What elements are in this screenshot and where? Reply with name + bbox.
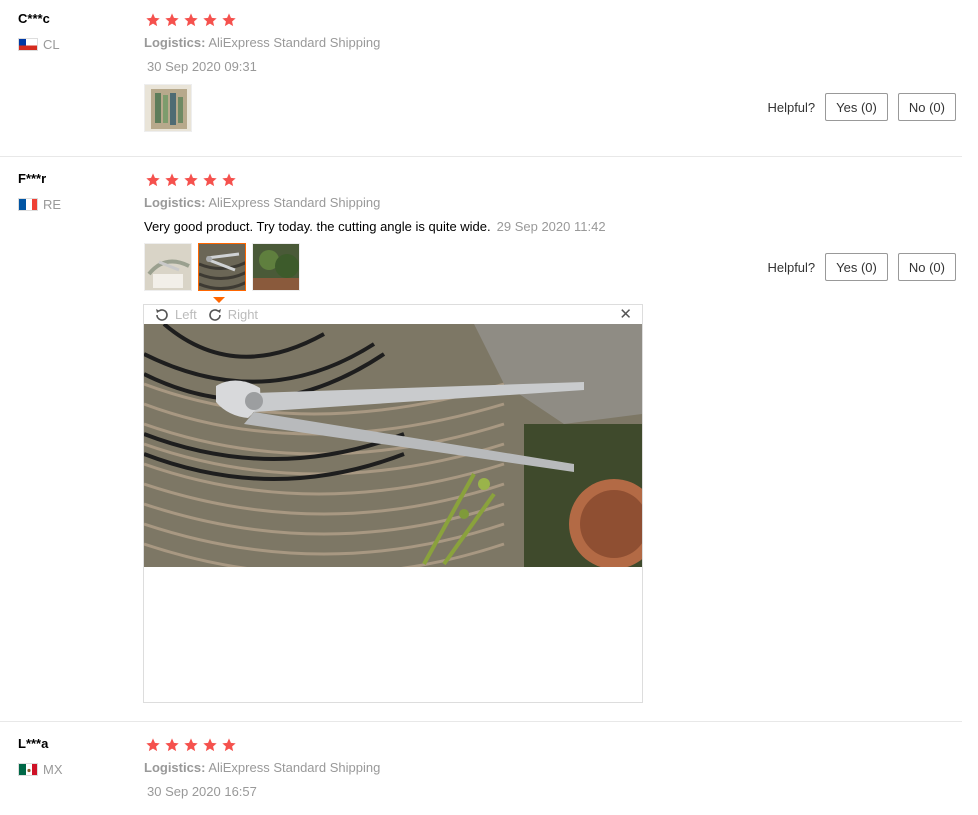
review-divider xyxy=(0,721,962,722)
star-rating xyxy=(144,12,962,28)
viewer-toolbar: Left Right ✕ xyxy=(144,305,642,324)
reviewer-country: RE xyxy=(18,197,61,212)
reviewer-country: CL xyxy=(18,37,60,52)
star-icon xyxy=(184,738,198,752)
rotate-left-icon xyxy=(156,308,168,321)
helpful-label: Helpful? xyxy=(767,99,816,115)
country-code: MX xyxy=(43,762,63,777)
helpful-voting: Helpful? Yes (0) No (0) xyxy=(767,253,956,281)
review-photo-thumb[interactable] xyxy=(252,243,300,291)
reviewer-name: C***c xyxy=(18,11,50,26)
star-icon xyxy=(165,738,179,752)
reviewer-info: F***r RE xyxy=(18,171,61,212)
reviewer-info: C***c CL xyxy=(18,11,60,52)
star-rating xyxy=(144,172,962,188)
helpful-yes-button[interactable]: Yes (0) xyxy=(825,253,888,281)
reviewer-country: MX xyxy=(18,762,63,777)
country-code: CL xyxy=(43,37,60,52)
logistics-label: Logistics: xyxy=(144,195,206,210)
close-icon[interactable]: ✕ xyxy=(619,305,632,323)
logistics-value: AliExpress Standard Shipping xyxy=(208,195,381,210)
star-icon xyxy=(146,173,160,187)
logistics-value: AliExpress Standard Shipping xyxy=(208,760,381,775)
review-text-row: Very good product. Try today. the cuttin… xyxy=(144,218,962,236)
rotate-left-label: Left xyxy=(175,307,197,322)
star-icon xyxy=(184,173,198,187)
country-code: RE xyxy=(43,197,62,212)
flag-re-icon xyxy=(18,198,38,211)
star-icon xyxy=(165,13,179,27)
review-photo-thumb-selected[interactable] xyxy=(198,243,246,291)
logistics-label: Logistics: xyxy=(144,35,206,50)
helpful-yes-button[interactable]: Yes (0) xyxy=(825,93,888,121)
review-text: Very good product. Try today. the cuttin… xyxy=(144,219,491,234)
star-icon xyxy=(222,13,236,27)
review-photo-thumb[interactable] xyxy=(144,84,192,132)
logistics-info: Logistics: AliExpress Standard Shipping xyxy=(144,759,962,777)
helpful-voting: Helpful? Yes (0) No (0) xyxy=(767,93,956,121)
logistics-info: Logistics: AliExpress Standard Shipping xyxy=(144,194,962,212)
review-photo-thumb[interactable] xyxy=(144,243,192,291)
star-icon xyxy=(222,738,236,752)
star-icon xyxy=(203,173,217,187)
review-date: 29 Sep 2020 11:42 xyxy=(496,219,606,234)
star-icon xyxy=(222,173,236,187)
review-date: 30 Sep 2020 16:57 xyxy=(147,784,257,799)
logistics-value: AliExpress Standard Shipping xyxy=(208,35,381,50)
review-date: 30 Sep 2020 09:31 xyxy=(147,59,257,74)
star-icon xyxy=(146,738,160,752)
star-icon xyxy=(203,13,217,27)
reviewer-name: L***a xyxy=(18,736,49,751)
rotate-right-icon xyxy=(208,308,221,321)
star-icon xyxy=(146,13,160,27)
helpful-no-button[interactable]: No (0) xyxy=(897,253,956,281)
rotate-left-button[interactable]: Left xyxy=(154,307,197,323)
review-divider xyxy=(0,156,962,157)
star-icon xyxy=(203,738,217,752)
star-icon xyxy=(184,13,198,27)
star-icon xyxy=(165,173,179,187)
reviewer-name: F***r xyxy=(18,171,47,186)
flag-mx-icon xyxy=(18,763,38,776)
selected-thumb-pointer xyxy=(213,297,225,303)
helpful-label: Helpful? xyxy=(767,259,816,275)
helpful-no-button[interactable]: No (0) xyxy=(897,93,956,121)
photo-viewer: Left Right ✕ xyxy=(143,304,643,703)
enlarged-review-photo xyxy=(144,324,642,567)
logistics-label: Logistics: xyxy=(144,760,206,775)
rotate-right-label: Right xyxy=(227,307,259,322)
logistics-info: Logistics: AliExpress Standard Shipping xyxy=(144,34,962,52)
reviewer-info: L***a MX xyxy=(18,736,63,777)
star-rating xyxy=(144,737,962,753)
rotate-right-button[interactable]: Right xyxy=(207,307,258,323)
flag-cl-icon xyxy=(18,38,38,51)
